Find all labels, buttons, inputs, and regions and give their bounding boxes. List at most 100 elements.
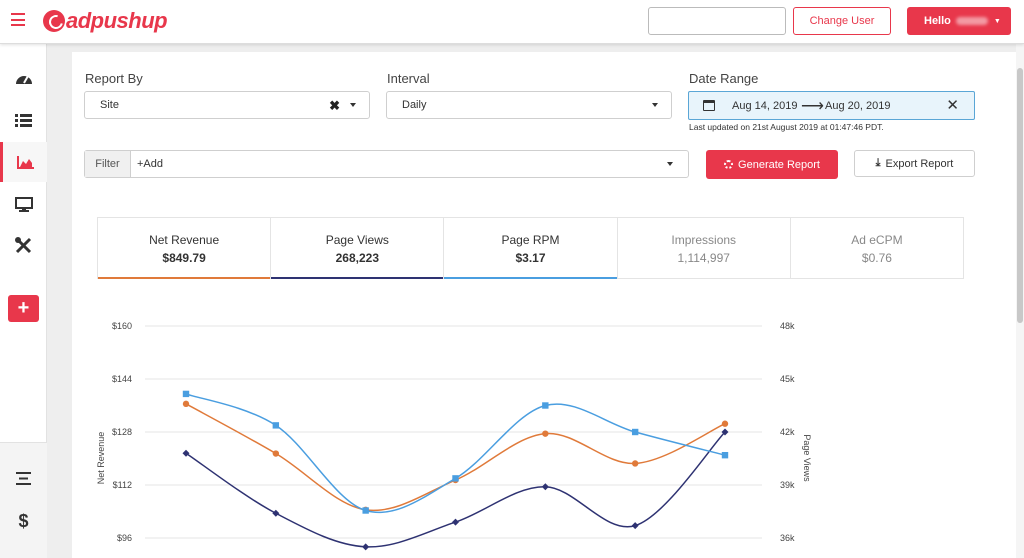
- y2-tick-label: 36k: [780, 533, 795, 543]
- sidebar-item-tools[interactable]: [0, 225, 47, 265]
- top-bar: adpushup Change User Hello ▼: [0, 0, 1024, 44]
- series-line: [185, 393, 726, 514]
- data-point: [721, 451, 729, 459]
- chevron-down-icon: [667, 162, 673, 166]
- data-point: [631, 460, 639, 467]
- metric-impressions[interactable]: Impressions 1,114,997: [618, 218, 791, 278]
- data-point: [272, 509, 280, 517]
- metric-title: Ad eCPM: [851, 233, 903, 247]
- metric-title: Page RPM: [501, 233, 560, 247]
- revenue-chart: $96 36k $112 39k $128 42k $144 45k $160 48k Net Re…: [96, 321, 812, 551]
- y-tick-label: $112: [113, 480, 132, 490]
- chevron-down-icon: ▼: [993, 17, 1001, 25]
- generate-report-button[interactable]: Generate Report: [706, 150, 838, 179]
- metric-net-revenue[interactable]: Net Revenue $849.79: [98, 218, 272, 279]
- add-site-button[interactable]: +: [8, 295, 39, 322]
- sidebar-item-align[interactable]: [0, 458, 47, 498]
- user-menu-button[interactable]: Hello ▼: [907, 7, 1011, 35]
- metric-tabs: Net Revenue $849.79 Page Views 268,223 P…: [97, 217, 964, 279]
- download-icon: ⤓: [875, 157, 881, 169]
- list-icon: [15, 113, 32, 127]
- report-by-select[interactable]: Site ✖: [84, 91, 370, 119]
- y2-tick-label: 45k: [780, 374, 795, 384]
- metric-page-views[interactable]: Page Views 268,223: [271, 218, 445, 279]
- filter-add[interactable]: +Add: [131, 158, 163, 170]
- clear-icon[interactable]: ✖: [329, 98, 340, 114]
- blurred-username: [955, 17, 988, 25]
- last-updated-text: Last updated on 21st August 2019 at 01:4…: [689, 122, 884, 132]
- y-tick-label: $160: [112, 321, 132, 331]
- arrow-right-icon: ⟶: [801, 98, 824, 115]
- metric-page-rpm[interactable]: Page RPM $3.17: [444, 218, 618, 279]
- hamburger-menu-icon[interactable]: [11, 13, 25, 26]
- metric-indicator: [271, 277, 444, 279]
- monitor-icon: [14, 196, 33, 212]
- interval-value: Daily: [402, 99, 427, 111]
- y2-tick-label: 48k: [780, 321, 795, 331]
- sidebar-item-list[interactable]: [0, 100, 47, 140]
- y2-tick-label: 39k: [780, 480, 795, 490]
- metric-value: $849.79: [162, 251, 206, 265]
- data-point: [182, 400, 190, 408]
- data-point: [362, 543, 370, 551]
- calendar-icon: [703, 100, 715, 111]
- report-panel: Report By Site ✖ Interval Daily Date Ran…: [72, 52, 1016, 558]
- data-point: [542, 430, 549, 437]
- dashboard-icon: [15, 75, 32, 84]
- brand-name: adpushup: [66, 8, 168, 33]
- data-point: [542, 402, 549, 409]
- interval-label: Interval: [387, 71, 430, 86]
- sidebar-item-reports[interactable]: [0, 142, 47, 182]
- date-range-picker[interactable]: Aug 14, 2019 ⟶ Aug 20, 2019 ✕: [688, 91, 975, 120]
- hello-label: Hello: [924, 15, 951, 27]
- chevron-down-icon: [350, 103, 356, 107]
- sidebar-item-monitor[interactable]: [0, 184, 47, 224]
- data-point: [452, 475, 459, 482]
- metric-indicator: [444, 277, 617, 279]
- y-axis-label: Net Revenue: [96, 432, 106, 485]
- y2-tick-label: 42k: [780, 427, 795, 437]
- metric-ad-ecpm[interactable]: Ad eCPM $0.76: [791, 218, 963, 278]
- report-by-label: Report By: [85, 71, 143, 86]
- sidebar-item-dollar[interactable]: $: [0, 501, 47, 541]
- filter-tag: Filter: [85, 151, 131, 177]
- export-report-label: Export Report: [885, 157, 954, 170]
- sidebar-item-dashboard[interactable]: [0, 58, 47, 98]
- reports-chart-icon: [16, 155, 34, 169]
- y-tick-label: $96: [117, 533, 132, 543]
- data-point: [721, 420, 729, 427]
- date-range-label: Date Range: [689, 71, 759, 86]
- y2-axis-label: Page Views: [802, 434, 812, 482]
- scrollbar-thumb[interactable]: [1017, 68, 1023, 323]
- data-point: [452, 518, 459, 526]
- metric-value: 1,114,997: [677, 251, 730, 265]
- export-report-button[interactable]: ⤓ Export Report: [854, 150, 975, 177]
- report-by-value: Site: [100, 99, 119, 111]
- metric-value: 268,223: [335, 251, 379, 265]
- filter-input[interactable]: Filter +Add: [84, 150, 689, 178]
- scrollbar[interactable]: [1016, 44, 1024, 558]
- close-icon[interactable]: ✕: [946, 96, 959, 114]
- logo-mark: [43, 10, 65, 32]
- y-tick-label: $128: [112, 427, 132, 437]
- gear-icon: [724, 160, 734, 169]
- interval-select[interactable]: Daily: [386, 91, 672, 119]
- data-point: [182, 390, 190, 398]
- chevron-down-icon: [652, 103, 658, 107]
- sidebar-bottom: $: [0, 442, 47, 558]
- change-user-button[interactable]: Change User: [793, 7, 891, 35]
- metric-title: Impressions: [671, 233, 737, 247]
- date-end[interactable]: Aug 20, 2019: [825, 100, 890, 112]
- generate-report-label: Generate Report: [738, 158, 820, 171]
- metric-value: $0.76: [861, 251, 892, 265]
- metric-value: $3.17: [515, 251, 546, 265]
- site-search-input[interactable]: [648, 7, 786, 35]
- brand-logo[interactable]: adpushup: [43, 8, 168, 34]
- data-point: [272, 450, 280, 457]
- data-point: [631, 522, 639, 530]
- y-tick-label: $144: [112, 374, 132, 384]
- date-start[interactable]: Aug 14, 2019: [732, 100, 797, 112]
- dollar-icon: $: [18, 510, 29, 531]
- data-point: [362, 507, 369, 514]
- tools-icon: [15, 236, 32, 253]
